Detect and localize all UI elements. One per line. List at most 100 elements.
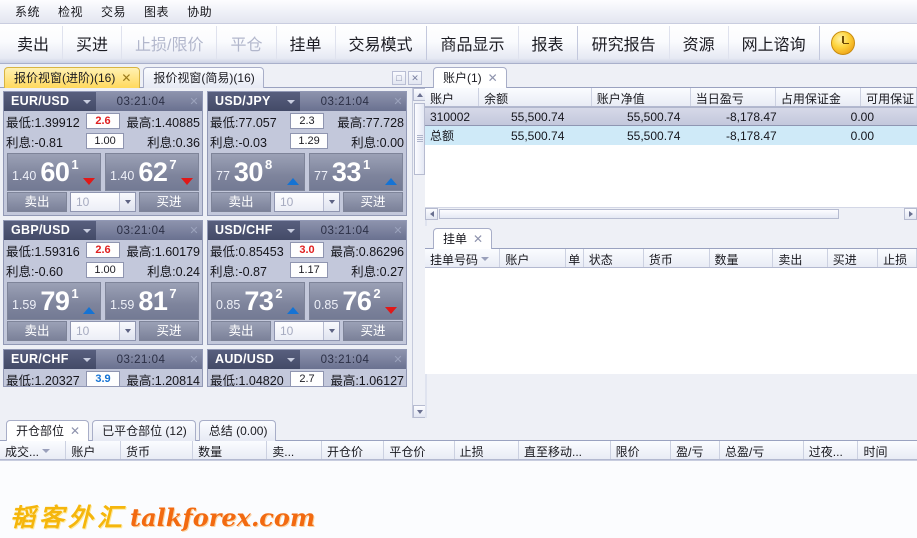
column-header-available-margin[interactable]: 可用保证 [861, 88, 917, 106]
tab-quote-advanced[interactable]: 报价视窗(进阶)(16) ✕ [4, 67, 141, 88]
chevron-down-icon[interactable] [119, 322, 135, 340]
column-header-order-no[interactable]: 挂单号码 [425, 249, 501, 267]
sell-price-box[interactable]: 0.85 73 2 [211, 282, 305, 320]
quote-symbol[interactable]: USD/CHF [208, 221, 300, 240]
buy-button[interactable]: 买进 [139, 192, 199, 212]
toolbar-button-sell[interactable]: 卖出 [4, 26, 64, 60]
column-header-quantity[interactable]: 数量 [710, 249, 774, 267]
column-header-daily-pnl[interactable]: 当日盈亏 [691, 88, 776, 106]
scroll-right-icon[interactable] [904, 208, 917, 220]
toolbar-button-product-display[interactable]: 商品显示 [428, 26, 519, 60]
chevron-down-icon[interactable] [83, 228, 91, 233]
restore-icon[interactable]: □ [392, 71, 406, 85]
column-header-open-price[interactable]: 开仓价 [322, 441, 385, 459]
quote-panel-usdchf[interactable]: USD/CHF 03:21:04 ✕ 最低:0.85453 3.0 最高:0.8… [207, 220, 407, 345]
toolbar-button-research-report[interactable]: 研究报告 [579, 26, 670, 60]
tab-quote-simple[interactable]: 报价视窗(简易)(16) [143, 67, 264, 88]
chevron-down-icon[interactable] [83, 99, 91, 104]
buy-price-box[interactable]: 77 33 1 [309, 153, 403, 191]
scroll-down-icon[interactable] [413, 405, 425, 418]
quote-symbol[interactable]: EUR/USD [4, 92, 96, 111]
quote-symbol[interactable]: EUR/CHF [4, 350, 96, 369]
close-icon[interactable]: ✕ [70, 425, 80, 437]
close-icon[interactable]: ✕ [186, 353, 202, 366]
scrollbar-thumb[interactable] [414, 103, 425, 175]
chevron-down-icon[interactable] [287, 99, 295, 104]
column-header-limit-price[interactable]: 限价 [611, 441, 672, 459]
chevron-down-icon[interactable] [287, 228, 295, 233]
column-header-stoploss[interactable]: 止损 [878, 249, 917, 267]
toolbar-button-resources[interactable]: 资源 [670, 26, 729, 60]
buy-button[interactable]: 买进 [343, 321, 403, 341]
buy-price-box[interactable]: 0.85 76 2 [309, 282, 403, 320]
column-header-close-price[interactable]: 平仓价 [384, 441, 455, 459]
column-header-currency[interactable]: 货币 [644, 249, 710, 267]
column-header-sell[interactable]: 卖出 [773, 249, 828, 267]
close-panel-icon[interactable]: ✕ [408, 71, 422, 85]
account-horizontal-scrollbar[interactable] [425, 207, 917, 220]
quote-symbol[interactable]: GBP/USD [4, 221, 96, 240]
column-header-currency[interactable]: 货币 [121, 441, 194, 459]
tab-account[interactable]: 账户(1) ✕ [433, 67, 507, 88]
column-header-stoploss[interactable]: 止损 [455, 441, 520, 459]
quote-panel-gbpusd[interactable]: GBP/USD 03:21:04 ✕ 最低:1.59316 2.6 最高:1.6… [3, 220, 203, 345]
toolbar-button-buy[interactable]: 买进 [63, 26, 123, 60]
toolbar-button-clock[interactable] [821, 26, 865, 60]
chevron-down-icon[interactable] [287, 357, 295, 362]
column-header-used-margin[interactable]: 占用保证金 [776, 88, 862, 106]
close-icon[interactable]: ✕ [390, 353, 406, 366]
chevron-down-icon[interactable] [119, 193, 135, 211]
quantity-input[interactable]: 10 [70, 192, 136, 212]
column-header-deal[interactable]: 成交... [0, 441, 67, 459]
chevron-down-icon[interactable] [323, 322, 339, 340]
close-icon[interactable]: ✕ [473, 233, 483, 245]
sell-button[interactable]: 卖出 [211, 321, 271, 341]
tab-closed-positions[interactable]: 已平仓部位 (12) [92, 420, 196, 441]
menu-item-help[interactable]: 协助 [178, 1, 221, 22]
column-header-time[interactable]: 时间 [858, 441, 917, 459]
toolbar-button-pending-order[interactable]: 挂单 [277, 26, 336, 60]
quote-panel-usdjpy[interactable]: USD/JPY 03:21:04 ✕ 最低:77.057 2.3 最高:77.7… [207, 91, 407, 216]
sell-price-box[interactable]: 77 30 8 [211, 153, 305, 191]
quantity-input[interactable]: 10 [274, 192, 340, 212]
quote-panel-eurchf[interactable]: EUR/CHF 03:21:04 ✕ 最低:1.20327 3.9 最高:1.2… [3, 349, 203, 387]
column-header-quantity[interactable]: 数量 [193, 441, 268, 459]
column-header-account[interactable]: 账户 [66, 441, 122, 459]
quantity-input[interactable]: 10 [70, 321, 136, 341]
toolbar-button-reports[interactable]: 报表 [519, 26, 577, 60]
sell-button[interactable]: 卖出 [7, 192, 67, 212]
close-icon[interactable]: ✕ [186, 95, 202, 108]
column-header-overnight[interactable]: 过夜... [804, 441, 859, 459]
buy-button[interactable]: 买进 [139, 321, 199, 341]
buy-button[interactable]: 买进 [343, 192, 403, 212]
table-row[interactable]: 总额 55,500.74 55,500.74 -8,178.47 0.00 [425, 126, 917, 145]
close-icon[interactable]: ✕ [488, 72, 498, 84]
quote-symbol[interactable]: AUD/USD [208, 350, 300, 369]
sell-button[interactable]: 卖出 [211, 192, 271, 212]
scroll-left-icon[interactable] [425, 208, 438, 220]
quote-vertical-scrollbar[interactable] [412, 88, 425, 418]
quote-panel-eurusd[interactable]: EUR/USD 03:21:04 ✕ 最低:1.39912 2.6 最高:1.4… [3, 91, 203, 216]
column-header-balance[interactable]: 余额 [479, 88, 592, 106]
quantity-input[interactable]: 10 [274, 321, 340, 341]
menu-item-view[interactable]: 检视 [49, 1, 92, 22]
quote-symbol[interactable]: USD/JPY [208, 92, 300, 111]
column-header-sell[interactable]: 卖... [267, 441, 322, 459]
column-header-account[interactable]: 账户 [425, 88, 480, 106]
column-header-equity[interactable]: 账户净值 [592, 88, 691, 106]
sell-price-box[interactable]: 1.40 60 1 [7, 153, 101, 191]
chevron-down-icon[interactable] [83, 357, 91, 362]
tab-summary[interactable]: 总结 (0.00) [198, 420, 277, 441]
column-header-total-pnl[interactable]: 总盈/亏 [720, 441, 804, 459]
close-icon[interactable]: ✕ [186, 224, 202, 237]
sell-price-box[interactable]: 1.59 79 1 [7, 282, 101, 320]
toolbar-button-trade-mode[interactable]: 交易模式 [336, 26, 426, 60]
scrollbar-thumb[interactable] [439, 209, 839, 219]
scroll-up-icon[interactable] [413, 88, 425, 101]
close-icon[interactable]: ✕ [390, 95, 406, 108]
tab-open-positions[interactable]: 开仓部位 ✕ [6, 420, 90, 441]
close-icon[interactable]: ✕ [121, 72, 131, 84]
buy-price-box[interactable]: 1.59 81 7 [105, 282, 199, 320]
column-header-order[interactable]: 单 [566, 249, 584, 267]
chevron-down-icon[interactable] [323, 193, 339, 211]
